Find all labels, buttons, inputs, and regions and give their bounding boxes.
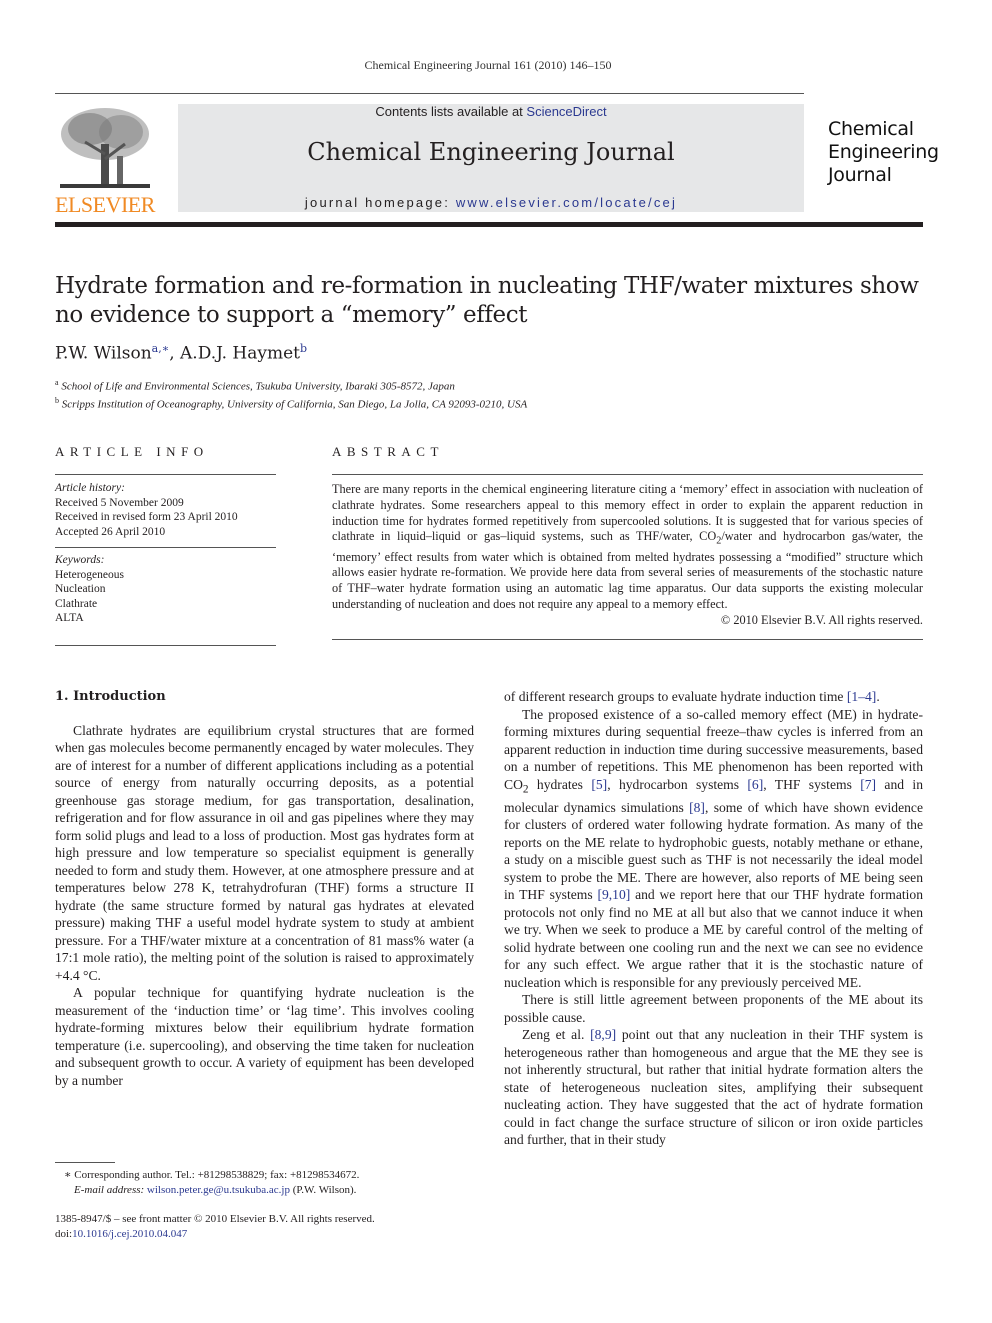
body-column-left: 1. Introduction Clathrate hydrates are e…	[55, 688, 474, 1089]
citation-link[interactable]: [1–4]	[847, 689, 876, 704]
corresponding-author-note: ∗ Corresponding author. Tel.: +812985388…	[64, 1169, 360, 1181]
article-title: Hydrate formation and re-formation in nu…	[55, 273, 919, 328]
divider	[55, 644, 276, 646]
divider	[55, 547, 276, 548]
publisher-wordmark: ELSEVIER	[55, 192, 155, 217]
journal-banner: Contents lists available at ScienceDirec…	[178, 104, 804, 212]
author-name: A.D.J. Haymet	[180, 343, 301, 364]
elsevier-logo[interactable]: ELSEVIER	[55, 104, 155, 217]
body-column-right: of different research groups to evaluate…	[504, 688, 923, 1149]
article-history: Article history: Received 5 November 200…	[55, 481, 276, 539]
homepage-link[interactable]: www.elsevier.com/locate/cej	[456, 195, 677, 210]
paragraph: Zeng et al. [8,9] point out that any nuc…	[504, 1027, 923, 1148]
history-item: Received in revised form 23 April 2010	[55, 511, 238, 523]
keyword-item: Nucleation	[55, 583, 106, 595]
paragraph: There is still little agreement between …	[504, 992, 923, 1025]
article-info: ARTICLE INFO Article history: Received 5…	[55, 444, 276, 646]
history-item: Received 5 November 2009	[55, 496, 184, 509]
citation-link[interactable]: [8,9]	[590, 1027, 616, 1042]
email-link[interactable]: wilson.peter.ge@u.tsukuba.ac.jp	[147, 1184, 290, 1196]
affiliation-item: b Scripps Institution of Oceanography, U…	[55, 395, 528, 411]
abstract-text: There are many reports in the chemical e…	[332, 482, 923, 612]
journal-homepage: journal homepage: www.elsevier.com/locat…	[304, 195, 678, 210]
keyword-item: ALTA	[55, 612, 84, 624]
copyright: © 2010 Elsevier B.V. All rights reserved…	[720, 612, 923, 627]
divider	[55, 474, 276, 475]
journal-title: Chemical Engineering Journal	[307, 138, 675, 166]
history-item: Accepted 26 April 2010	[55, 525, 166, 538]
citation-link[interactable]: [9,10]	[597, 887, 630, 902]
paragraph: The proposed existence of a so-called me…	[504, 706, 924, 990]
running-head: Chemical Engineering Journal 161 (2010) …	[364, 58, 612, 72]
email-note: E-mail address: wilson.peter.ge@u.tsukub…	[74, 1184, 357, 1196]
citation-link[interactable]: [8]	[689, 800, 705, 815]
affiliation-item: a School of Life and Environmental Scien…	[55, 378, 455, 393]
author-marks[interactable]: a,∗	[152, 342, 170, 355]
citation-link[interactable]: [5]	[591, 777, 607, 792]
front-matter: 1385-8947/$ – see front matter © 2010 El…	[55, 1212, 375, 1242]
author-list: P.W. Wilsona,∗, A.D.J. Haymetb	[55, 342, 308, 364]
citation-link[interactable]: [6]	[747, 777, 763, 792]
abstract-heading: ABSTRACT	[332, 444, 444, 459]
keywords: Keywords: Heterogeneous Nucleation Clath…	[55, 553, 276, 626]
author-marks[interactable]: b	[300, 342, 307, 355]
footnote-rule	[55, 1162, 115, 1163]
affiliations: a School of Life and Environmental Scien…	[55, 376, 527, 411]
author-name: P.W. Wilson	[55, 343, 152, 364]
paragraph: Clathrate hydrates are equilibrium cryst…	[55, 722, 474, 983]
divider	[332, 638, 923, 640]
article-info-heading: ARTICLE INFO	[55, 444, 209, 459]
keyword-item: Clathrate	[55, 597, 98, 610]
issn-note: 1385-8947/$ – see front matter © 2010 El…	[55, 1213, 375, 1225]
sciencedirect-link[interactable]: ScienceDirect	[526, 104, 606, 119]
paragraph: A popular technique for quantifying hydr…	[55, 985, 474, 1088]
journal-cover-title: Chemical Engineering Journal	[828, 118, 939, 186]
footnotes: ∗ Corresponding author. Tel.: +812985388…	[64, 1168, 359, 1198]
divider	[332, 474, 923, 475]
doi-link[interactable]: 10.1016/j.cej.2010.04.047	[72, 1228, 187, 1240]
header-thick-rule	[55, 222, 923, 227]
keyword-item: Heterogeneous	[55, 568, 124, 581]
paragraph: of different research groups to evaluate…	[504, 689, 880, 704]
header-rule	[55, 93, 804, 94]
doi-note: doi:10.1016/j.cej.2010.04.047	[55, 1228, 188, 1240]
tree-icon	[60, 108, 150, 188]
citation-link[interactable]: [7]	[860, 777, 876, 792]
contents-availability: Contents lists available at ScienceDirec…	[375, 104, 607, 119]
abstract: ABSTRACT There are many reports in the c…	[332, 444, 923, 640]
section-heading: 1. Introduction	[55, 689, 166, 704]
